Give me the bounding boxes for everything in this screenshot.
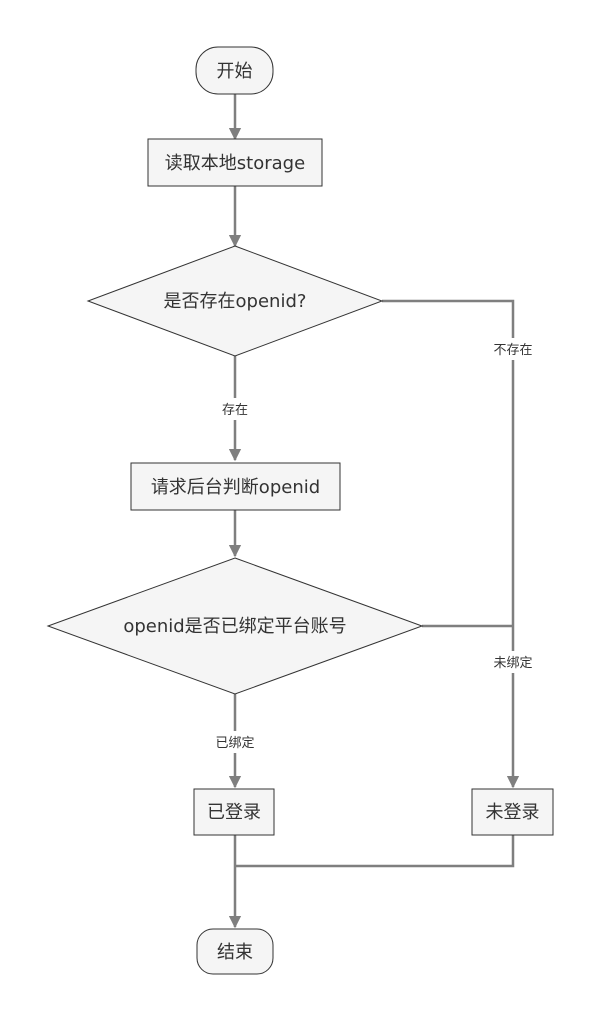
edge-not-exists [382,299,520,789]
edge-labels: 存在 不存在 已绑定 未绑定 [200,338,548,753]
read-storage-label: 读取本地storage [165,153,305,174]
logged-in-label: 已登录 [207,802,261,823]
flowchart: 存在 不存在 已绑定 未绑定 开始 读取本地storage 是否存在openid… [46,46,554,975]
read-storage-node: 读取本地storage [147,138,323,187]
not-logged-in-label: 未登录 [486,802,540,823]
edge-not-logged-to-end [235,835,515,868]
start-node: 开始 [195,46,274,95]
check-bound-decision: openid是否已绑定平台账号 [46,557,424,695]
edge-label-exists: 存在 [222,403,248,418]
nodes: 开始 读取本地storage 是否存在openid? 请求后台判断openid … [46,46,554,975]
start-node-label: 开始 [217,61,253,82]
request-backend-node: 请求后台判断openid [130,462,341,511]
edge-label-not-bound: 未绑定 [493,656,532,671]
edge-label-bound: 已绑定 [215,736,254,751]
edge-label-not-exists: 不存在 [493,343,532,358]
end-node: 结束 [196,928,274,975]
logged-in-node: 已登录 [193,788,275,836]
check-openid-decision: 是否存在openid? [86,245,384,357]
end-node-label: 结束 [217,942,253,963]
request-backend-label: 请求后台判断openid [151,477,320,498]
check-bound-label: openid是否已绑定平台账号 [123,616,346,637]
not-logged-in-node: 未登录 [471,788,554,836]
check-openid-label: 是否存在openid? [164,291,307,312]
